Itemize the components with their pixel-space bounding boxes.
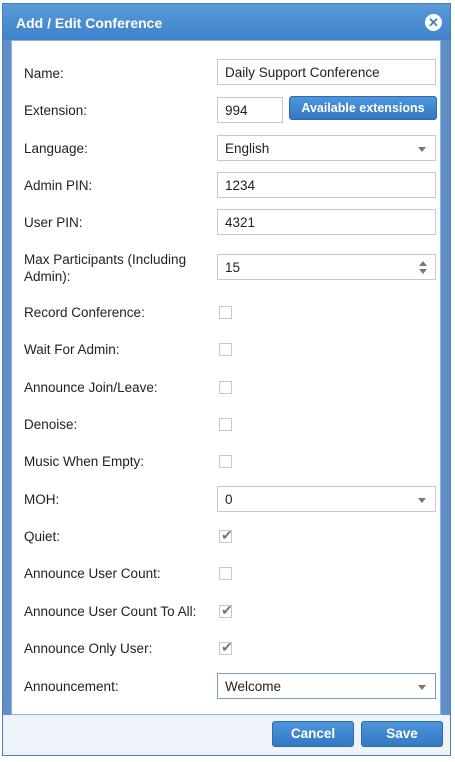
- denoise-checkbox[interactable]: [219, 418, 232, 431]
- admin-pin-label: Admin PIN:: [24, 178, 93, 193]
- max-participants-label-line2: Admin):: [24, 269, 71, 284]
- user-pin-label: User PIN:: [24, 215, 83, 230]
- conference-dialog: Add / Edit Conference ✕ Name: Daily Supp…: [2, 3, 451, 756]
- admin-pin-value: 1234: [225, 178, 256, 193]
- moh-value: 0: [225, 492, 233, 507]
- available-extensions-button[interactable]: Available extensions: [289, 96, 437, 120]
- announce-user-count-to-all-checkbox[interactable]: ✔: [219, 602, 233, 618]
- user-pin-input[interactable]: 4321: [217, 209, 436, 235]
- dialog-title-bar[interactable]: Add / Edit Conference ✕: [3, 4, 450, 40]
- language-label: Language:: [24, 141, 88, 156]
- announcement-select[interactable]: Welcome: [217, 673, 436, 699]
- announcement-value: Welcome: [225, 679, 282, 694]
- language-select[interactable]: English: [217, 135, 436, 161]
- close-icon[interactable]: ✕: [425, 14, 442, 31]
- announce-only-user-checkbox[interactable]: ✔: [219, 639, 233, 655]
- dialog-content: Name: Daily Support Conference Extension…: [11, 40, 441, 715]
- admin-pin-input[interactable]: 1234: [217, 172, 436, 198]
- save-button[interactable]: Save: [361, 721, 443, 747]
- moh-select[interactable]: 0: [217, 486, 436, 512]
- language-value: English: [225, 141, 270, 156]
- cancel-button[interactable]: Cancel: [272, 721, 354, 747]
- chevron-down-icon: [418, 498, 426, 503]
- max-participants-label-line1: Max Participants (Including: [24, 252, 187, 267]
- name-label: Name:: [24, 66, 64, 81]
- wait-for-admin-checkbox[interactable]: [219, 343, 232, 356]
- record-conference-label: Record Conference:: [24, 305, 145, 320]
- quiet-label: Quiet:: [24, 529, 61, 544]
- checkmark-icon: ✔: [221, 602, 233, 618]
- denoise-label: Denoise:: [24, 417, 78, 432]
- extension-label: Extension:: [24, 103, 88, 118]
- announce-user-count-to-all-label: Announce User Count To All:: [24, 604, 197, 619]
- record-conference-checkbox[interactable]: [219, 306, 232, 319]
- music-when-empty-checkbox[interactable]: [219, 455, 232, 468]
- checkmark-icon: ✔: [221, 527, 233, 543]
- spin-up-icon[interactable]: [419, 261, 427, 266]
- dialog-footer: Cancel Save: [3, 715, 450, 755]
- announce-join-leave-label: Announce Join/Leave:: [24, 380, 158, 395]
- announce-only-user-label: Announce Only User:: [24, 641, 153, 656]
- checkmark-icon: ✔: [221, 639, 233, 655]
- spin-down-icon[interactable]: [419, 269, 427, 274]
- dialog-title: Add / Edit Conference: [16, 15, 163, 31]
- user-pin-value: 4321: [225, 215, 256, 230]
- chevron-down-icon: [418, 147, 426, 152]
- wait-for-admin-label: Wait For Admin:: [24, 342, 120, 357]
- announcement-label: Announcement:: [24, 679, 119, 694]
- announce-join-leave-checkbox[interactable]: [219, 381, 232, 394]
- quiet-checkbox[interactable]: ✔: [219, 527, 233, 543]
- moh-label: MOH:: [24, 492, 60, 507]
- extension-value: 994: [225, 103, 248, 118]
- chevron-down-icon: [418, 685, 426, 690]
- announce-user-count-checkbox[interactable]: [219, 567, 232, 580]
- announce-user-count-label: Announce User Count:: [24, 566, 161, 581]
- name-value: Daily Support Conference: [225, 65, 380, 80]
- name-input[interactable]: Daily Support Conference: [217, 59, 436, 85]
- music-when-empty-label: Music When Empty:: [24, 454, 145, 469]
- max-participants-value: 15: [225, 260, 241, 275]
- extension-input[interactable]: 994: [217, 97, 283, 123]
- max-participants-stepper[interactable]: 15: [217, 254, 436, 280]
